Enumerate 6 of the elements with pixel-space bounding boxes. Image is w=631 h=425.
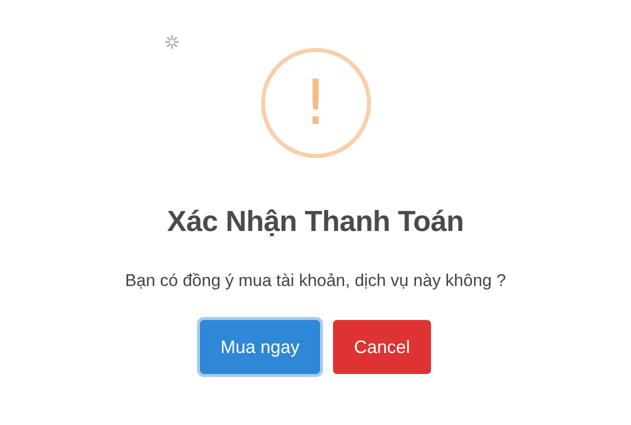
cancel-button[interactable]: Cancel xyxy=(333,320,431,374)
spinner-icon xyxy=(164,34,180,50)
warning-icon: ! xyxy=(260,48,370,158)
dialog-message: Bạn có đồng ý mua tài khoản, dịch vụ này không ? xyxy=(125,270,506,292)
dialog-title: Xác Nhận Thanh Toán xyxy=(167,205,464,240)
confirm-button[interactable]: Mua ngay xyxy=(200,320,320,374)
